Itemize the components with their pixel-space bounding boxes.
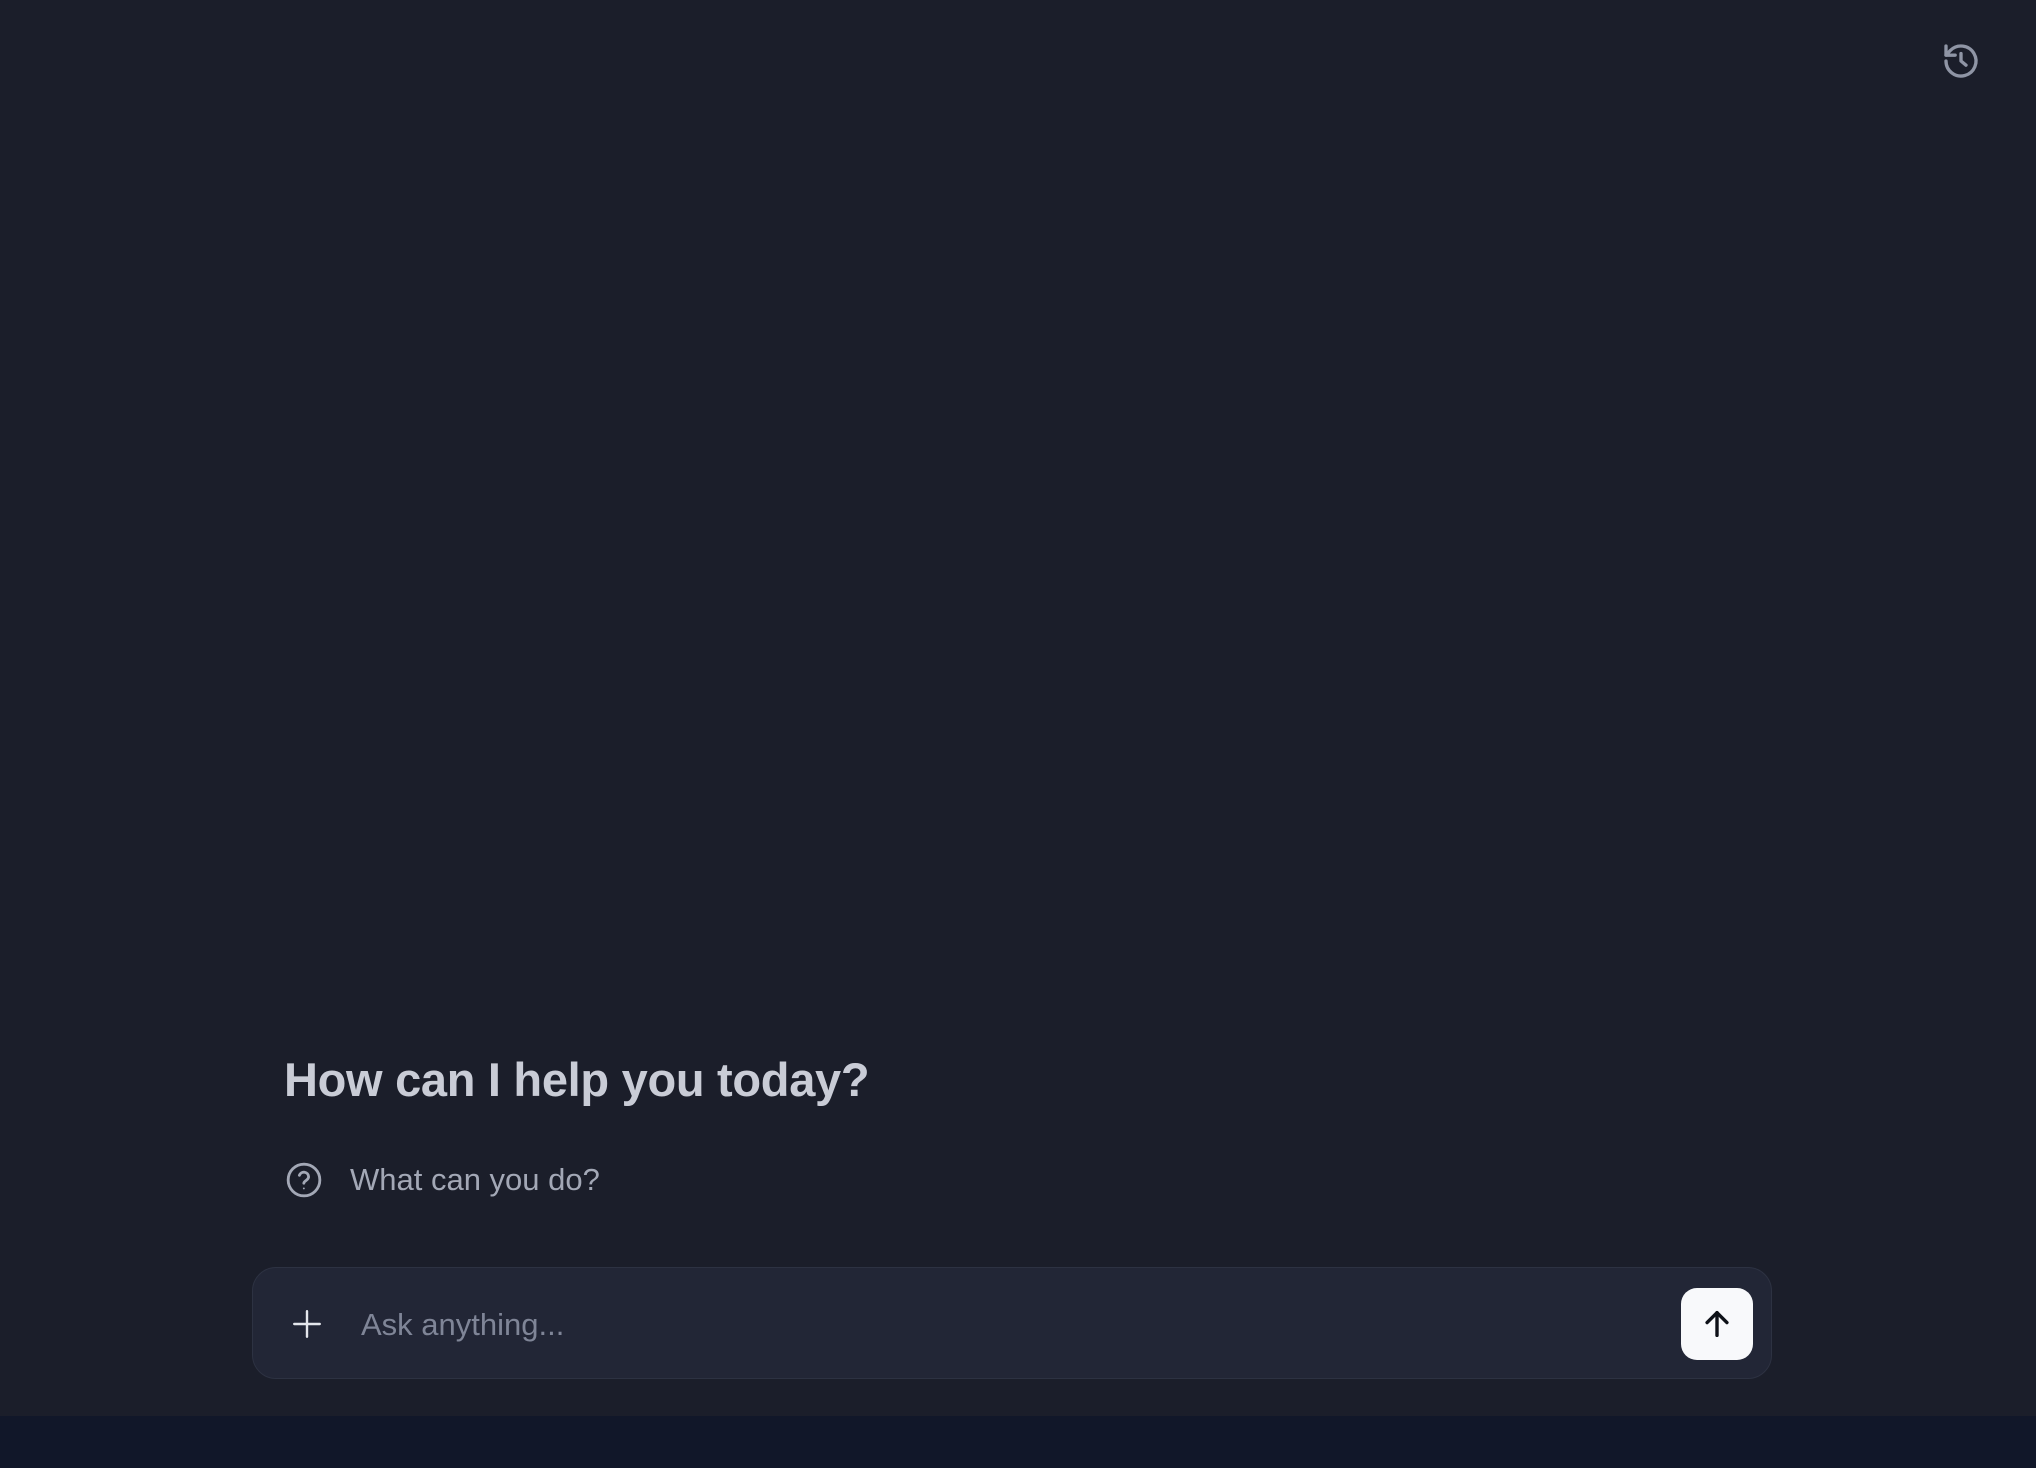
plus-icon	[293, 1310, 321, 1338]
arrow-up-icon	[1705, 1310, 1729, 1338]
send-button[interactable]	[1681, 1288, 1753, 1360]
history-button[interactable]	[1938, 38, 1984, 84]
chat-input[interactable]	[359, 1298, 1613, 1352]
question-circle-icon	[284, 1160, 324, 1200]
history-icon	[1944, 44, 1978, 78]
add-attachment-button[interactable]	[285, 1302, 329, 1346]
suggestion-label: What can you do?	[350, 1162, 600, 1197]
greeting-heading: How can I help you today?	[284, 1053, 870, 1106]
chat-composer	[252, 1267, 1772, 1379]
footer-strip	[0, 1416, 2036, 1468]
chat-panel: How can I help you today? What can you d…	[0, 0, 2036, 1416]
suggestion-what-can-you-do[interactable]: What can you do?	[284, 1158, 600, 1202]
